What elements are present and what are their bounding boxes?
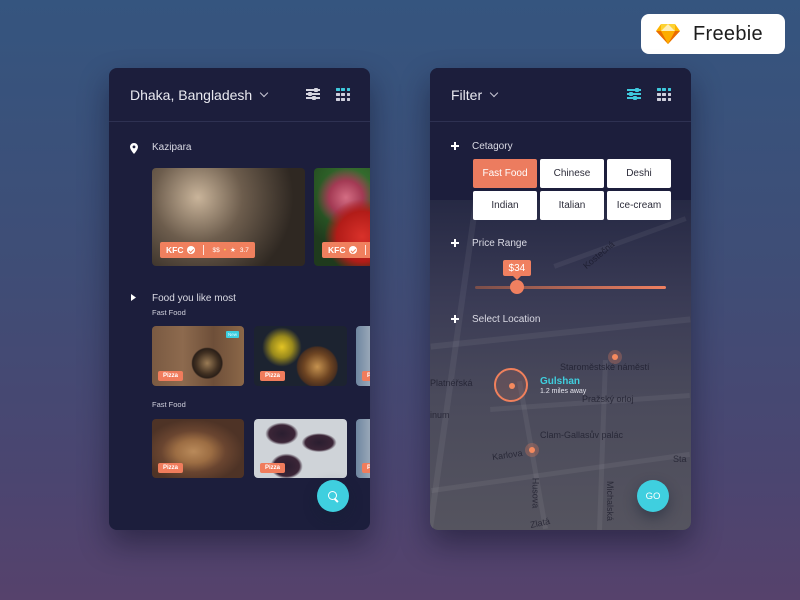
map-label: Karlova (491, 447, 524, 463)
category-chips: Fast Food Chinese Deshi Indian Italian I… (473, 159, 671, 220)
location-pin-icon (130, 143, 138, 154)
search-icon (327, 490, 339, 502)
place-name: Gulshan (540, 376, 581, 387)
star-icon: ★ (230, 247, 236, 254)
filter-title: Filter (451, 86, 483, 103)
food-card[interactable]: Pizza (254, 326, 347, 386)
food-card[interactable]: Pizza (152, 419, 244, 478)
category-chip[interactable]: Ice-cream (607, 191, 671, 220)
category-chip[interactable]: Chinese (540, 159, 604, 188)
category-chip[interactable]: Indian (473, 191, 537, 220)
filter-header: Filter (430, 68, 691, 122)
restaurant-tag: KFC (322, 242, 370, 258)
sketch-diamond-icon (656, 24, 680, 44)
plus-icon (451, 239, 459, 247)
restaurant-name: KFC (328, 245, 346, 255)
food-tag: P (362, 463, 370, 473)
restaurant-card[interactable]: KFC $$ • ★ 3.7 (152, 168, 305, 266)
price-slider-track[interactable] (475, 286, 666, 289)
freebie-badge: Freebie (641, 14, 785, 54)
filter-dropdown[interactable]: Filter (451, 86, 499, 103)
map-label: inum (430, 410, 450, 420)
price-tooltip: $34 (502, 260, 532, 280)
freebie-label: Freebie (693, 22, 763, 45)
section-title: Food you like most (152, 293, 236, 304)
group-label: Fast Food (152, 308, 186, 317)
map-label: Michalská (605, 480, 616, 522)
group-label: Fast Food (152, 400, 186, 409)
filter-sliders-icon[interactable] (627, 88, 642, 101)
map-label: Staroměstské náměstí (560, 362, 650, 372)
category-chip[interactable]: Deshi (607, 159, 671, 188)
restaurant-tag: KFC $$ • ★ 3.7 (160, 242, 255, 258)
verified-icon (187, 246, 196, 254)
chevron-down-icon (489, 88, 499, 97)
map-label: Clam-Gallasův palác (540, 430, 624, 440)
filter-sliders-icon[interactable] (306, 88, 321, 101)
select-location-label: Select Location (472, 314, 541, 325)
new-badge: New (225, 331, 239, 338)
restaurant-card[interactable]: KFC (314, 168, 370, 266)
location-dot (509, 383, 515, 389)
location-title: Dhaka, Bangladesh (130, 86, 253, 103)
home-screen: Dhaka, Bangladesh Kazipara KFC $$ • ★ 3.… (109, 68, 370, 530)
place-distance: 1.2 miles away (540, 388, 587, 395)
food-card[interactable]: New Pizza (152, 326, 244, 386)
home-header: Dhaka, Bangladesh (109, 68, 370, 122)
food-tag: Pizza (158, 371, 184, 381)
food-card[interactable]: P (356, 326, 370, 386)
verified-icon (349, 246, 358, 254)
food-tag: Pizza (158, 463, 184, 473)
location-selector[interactable]: Dhaka, Bangladesh (130, 86, 269, 103)
map-label: Platnéřská (430, 378, 473, 388)
restaurant-price: $$ (212, 246, 220, 254)
map-label: Sta (673, 454, 687, 464)
price-range-label: Price Range (472, 238, 528, 249)
category-chip[interactable]: Italian (540, 191, 604, 220)
map-label: Husova (530, 477, 541, 509)
price-slider-thumb[interactable] (510, 280, 525, 294)
go-button[interactable]: GO (637, 480, 669, 512)
restaurant-name: KFC (166, 245, 184, 255)
plus-icon (451, 315, 459, 323)
food-card[interactable]: Pizza (254, 419, 347, 478)
caret-right-icon (131, 294, 136, 301)
restaurant-rating: 3.7 (239, 246, 249, 254)
grid-menu-icon[interactable] (336, 87, 350, 102)
location-dot (529, 447, 535, 453)
filter-screen: Staroměstské náměstí Platnéřská Pražský … (430, 68, 691, 530)
map-label: Pražský orloj (582, 394, 634, 404)
food-tag: P (362, 371, 370, 381)
chevron-down-icon (259, 88, 269, 97)
area-label: Kazipara (152, 142, 192, 153)
search-button[interactable] (317, 480, 349, 512)
category-label: Cetagory (472, 141, 513, 152)
food-tag: Pizza (260, 371, 286, 381)
category-chip[interactable]: Fast Food (473, 159, 537, 188)
grid-menu-icon[interactable] (657, 87, 671, 102)
plus-icon (451, 142, 459, 150)
go-label: GO (645, 490, 661, 502)
food-card[interactable]: P (356, 419, 370, 478)
location-dot (612, 354, 618, 360)
food-tag: Pizza (260, 463, 286, 473)
